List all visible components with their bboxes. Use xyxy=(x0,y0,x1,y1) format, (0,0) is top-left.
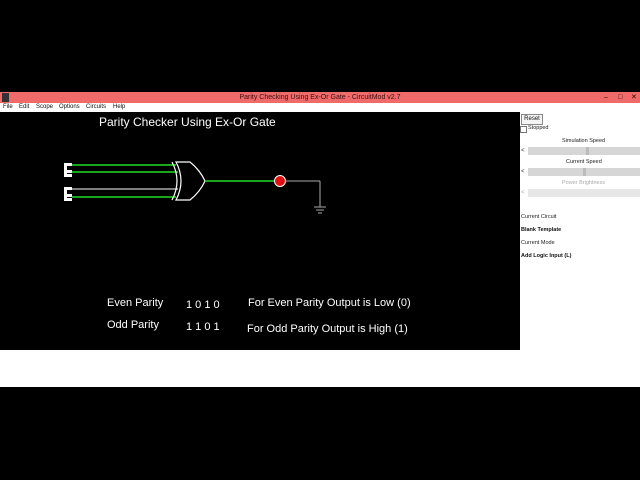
current-circuit-value: Blank Template xyxy=(521,227,562,233)
output-led xyxy=(274,175,286,187)
current-speed-slider[interactable]: < xyxy=(521,168,640,176)
odd-parity-note: For Odd Parity Output is High (1) xyxy=(247,323,408,335)
xor-gate[interactable] xyxy=(171,161,206,201)
even-parity-bits: 1 0 1 0 xyxy=(186,299,220,311)
simulation-speed-label: Simulation Speed xyxy=(562,138,606,144)
slider-left-arrow-icon[interactable]: < xyxy=(521,147,527,155)
power-brightness-label: Power Brightness xyxy=(562,180,606,186)
logic-input-2[interactable] xyxy=(64,187,72,201)
even-parity-label: Even Parity xyxy=(107,297,164,309)
even-parity-note: For Even Parity Output is Low (0) xyxy=(248,297,411,309)
stopped-checkbox[interactable] xyxy=(520,126,527,133)
slider-left-arrow-icon[interactable]: < xyxy=(521,168,527,176)
reset-button[interactable]: Reset xyxy=(521,114,543,125)
canvas-heading: Parity Checker Using Ex-Or Gate xyxy=(99,115,276,129)
ground-icon xyxy=(285,180,326,214)
slider-left-arrow-icon: < xyxy=(521,190,525,196)
current-circuit-label: Current Circuit xyxy=(521,214,557,220)
power-brightness-slider: < xyxy=(521,189,640,197)
current-mode-value: Add Logic Input (L) xyxy=(521,253,572,259)
current-speed-label: Current Speed xyxy=(566,159,602,165)
simulation-speed-slider[interactable]: < xyxy=(521,147,640,155)
odd-parity-label: Odd Parity xyxy=(107,319,159,331)
logic-input-1[interactable] xyxy=(64,163,72,177)
stopped-label: Stopped xyxy=(528,125,549,131)
odd-parity-bits: 1 1 0 1 xyxy=(186,321,220,333)
current-mode-label: Current Mode xyxy=(521,240,555,246)
